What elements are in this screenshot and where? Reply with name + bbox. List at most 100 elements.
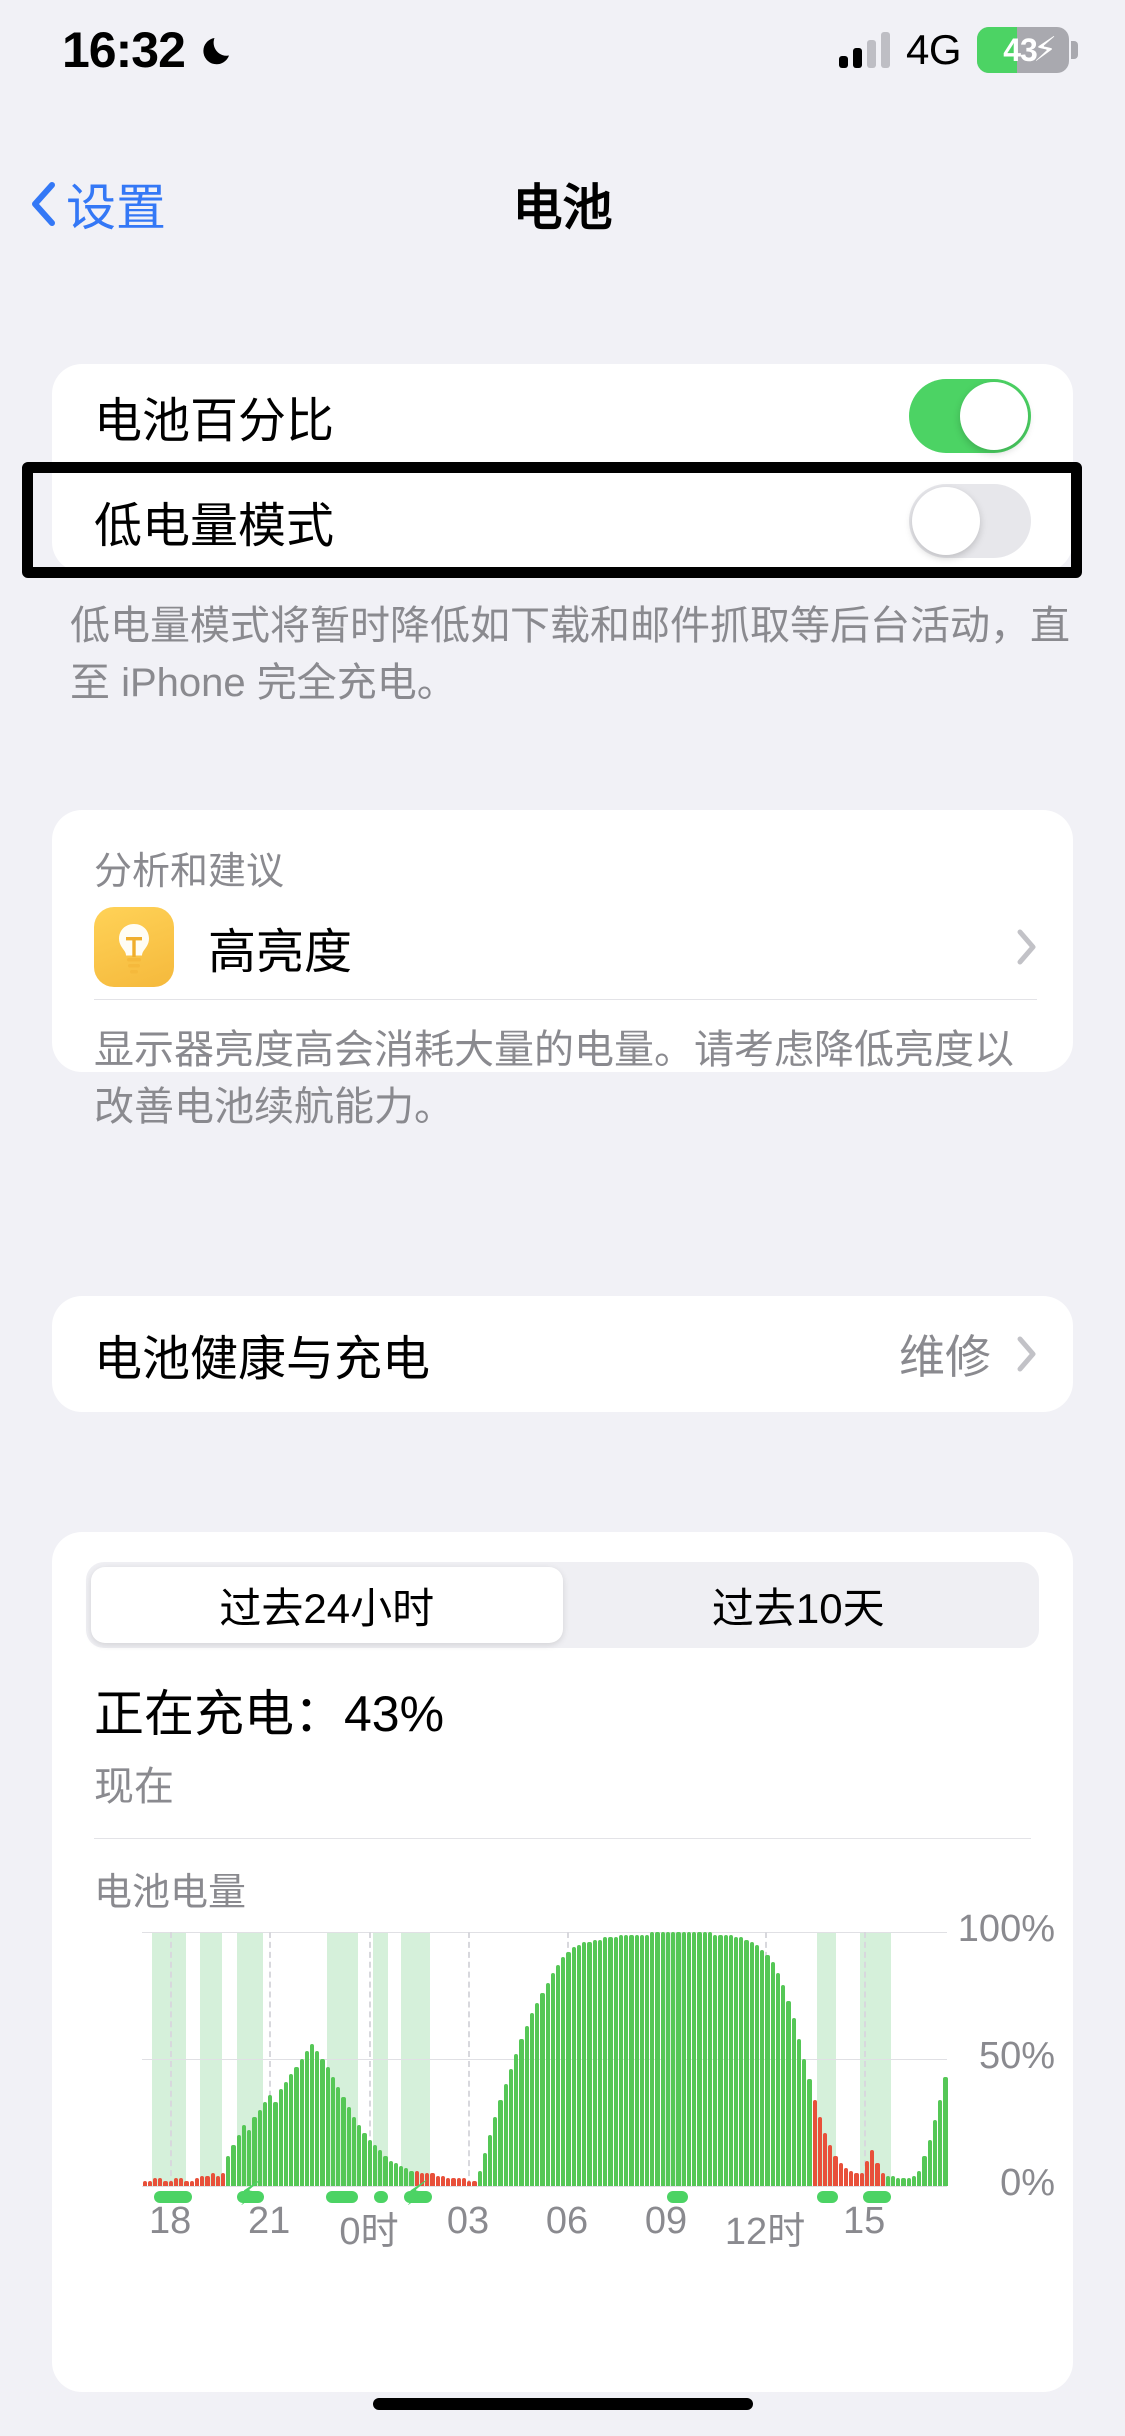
chart-bar bbox=[503, 2084, 508, 2186]
chart-bar bbox=[221, 2173, 226, 2186]
low-power-mode-toggle[interactable] bbox=[909, 484, 1031, 558]
chart-bar bbox=[320, 2059, 325, 2186]
chart-bar bbox=[917, 2170, 922, 2186]
segment-last-24-hours[interactable]: 过去24小时 bbox=[91, 1567, 563, 1643]
analytics-header: 分析和建议 bbox=[94, 851, 285, 893]
chart-bar bbox=[571, 1947, 576, 2186]
chart-y-axis-labels: 100% 50% 0% bbox=[885, 1908, 1055, 2204]
chart-bar bbox=[435, 2175, 440, 2186]
battery-percentage-toggle[interactable] bbox=[909, 379, 1031, 453]
chart-bar bbox=[467, 2180, 472, 2186]
chart-y-tick-label: 100% bbox=[957, 1908, 1055, 1950]
chart-bar bbox=[304, 2051, 309, 2186]
navigation-bar: 设置 电池 bbox=[0, 158, 1125, 250]
chart-bar bbox=[603, 1937, 608, 2186]
chart-y-tick-label: 50% bbox=[978, 2035, 1055, 2077]
battery-usage-card: 过去24小时 过去10天 正在充电：43% 现在 电池电量 100% 50% 0% … bbox=[52, 1532, 1073, 2392]
chart-bar bbox=[336, 2086, 341, 2186]
chart-bar bbox=[864, 2160, 870, 2186]
chart-bar bbox=[346, 2107, 351, 2186]
time-range-segmented-control[interactable]: 过去24小时 过去10天 bbox=[86, 1562, 1039, 1648]
chart-bar bbox=[163, 2180, 168, 2186]
chart-bar bbox=[556, 1965, 561, 2186]
chart-bar bbox=[692, 1932, 697, 2186]
battery-cap bbox=[1071, 41, 1078, 59]
chart-bar bbox=[582, 1942, 587, 2186]
chart-bar bbox=[660, 1932, 665, 2186]
chart-bar bbox=[289, 2074, 294, 2186]
chart-bar bbox=[493, 2117, 498, 2186]
chart-bar bbox=[828, 2145, 833, 2186]
chart-bar bbox=[268, 2094, 273, 2186]
chart-bar bbox=[854, 2173, 859, 2186]
chart-bar bbox=[822, 2132, 828, 2186]
chart-bar bbox=[173, 2178, 179, 2186]
row-low-power-mode[interactable]: 低电量模式 bbox=[52, 469, 1073, 573]
row-battery-percentage[interactable]: 电池百分比 bbox=[52, 364, 1073, 468]
chart-bar bbox=[283, 2081, 289, 2186]
chart-bar bbox=[482, 2152, 487, 2186]
chart-bar bbox=[838, 2163, 843, 2186]
chart-x-tick-label: 09 bbox=[644, 2200, 688, 2242]
home-indicator[interactable] bbox=[372, 2398, 753, 2410]
chart-bar bbox=[210, 2173, 215, 2186]
chart-bar bbox=[843, 2168, 849, 2186]
status-bar: 16:32 4G 43 ⚡ bbox=[0, 0, 1125, 100]
chart-x-tick-label: 03 bbox=[446, 2200, 490, 2242]
chart-bar bbox=[372, 2145, 378, 2186]
chart-bar bbox=[650, 1932, 655, 2186]
network-type-label: 4G bbox=[905, 26, 962, 73]
chart-bar bbox=[514, 2053, 519, 2186]
chart-bar bbox=[665, 1932, 671, 2186]
chart-bar bbox=[477, 2170, 482, 2186]
battery-icon: 43 ⚡ bbox=[977, 27, 1078, 73]
chart-x-tick-label: 12时 bbox=[724, 2211, 806, 2253]
chart-bar bbox=[618, 1934, 624, 2186]
chart-bar bbox=[713, 1934, 718, 2186]
chart-bar bbox=[629, 1934, 634, 2186]
moon-icon bbox=[199, 30, 239, 70]
chevron-right-icon bbox=[1017, 929, 1037, 965]
chart-bar bbox=[613, 1937, 618, 2186]
chart-bar bbox=[645, 1934, 650, 2186]
chart-bar bbox=[545, 1982, 550, 2186]
chart-bar bbox=[194, 2178, 200, 2186]
battery-health-card[interactable]: 电池健康与充电 维修 bbox=[52, 1296, 1073, 1412]
chart-bar bbox=[587, 1942, 592, 2186]
chart-bar bbox=[681, 1932, 686, 2186]
chart-bar bbox=[802, 2059, 807, 2186]
chart-bar bbox=[781, 1985, 786, 2186]
chart-bar bbox=[728, 1934, 733, 2186]
chart-bar bbox=[812, 2099, 817, 2186]
chart-x-axis-labels: 18 21 0时 03 06 09 12时 15 bbox=[142, 2200, 947, 2260]
analytics-item-high-brightness[interactable]: 高亮度 bbox=[52, 895, 1073, 999]
chart-bar bbox=[446, 2178, 451, 2186]
chart-bar bbox=[529, 2013, 535, 2186]
chart-bar bbox=[608, 1937, 613, 2186]
row-battery-health[interactable]: 电池健康与充电 维修 bbox=[52, 1296, 1073, 1412]
chart-bar bbox=[849, 2170, 854, 2186]
chart-bar bbox=[179, 2178, 184, 2186]
chart-bar bbox=[707, 1932, 713, 2186]
chart-bar bbox=[310, 2043, 315, 2186]
chart-bar bbox=[273, 2102, 278, 2186]
chart-bar bbox=[498, 2099, 503, 2186]
chart-bar bbox=[540, 1992, 545, 2186]
chart-bar bbox=[744, 1939, 749, 2186]
chart-bar bbox=[634, 1934, 639, 2186]
chart-x-tick-label: 15 bbox=[842, 2200, 886, 2242]
chevron-right-icon bbox=[1017, 1336, 1037, 1372]
chart-bar bbox=[891, 2175, 896, 2186]
chart-bar bbox=[655, 1932, 660, 2186]
chart-bar bbox=[576, 1944, 582, 2186]
chart-bar bbox=[686, 1932, 692, 2186]
chart-x-tick-label: 06 bbox=[545, 2200, 589, 2242]
chart-bar bbox=[760, 1949, 765, 2186]
segment-last-10-days[interactable]: 过去10天 bbox=[563, 1567, 1035, 1643]
chart-bar bbox=[200, 2175, 205, 2186]
chart-bar bbox=[168, 2180, 173, 2186]
chart-bar bbox=[723, 1934, 728, 2186]
chart-bar bbox=[315, 2051, 320, 2186]
chart-y-tick-label: 0% bbox=[1000, 2162, 1055, 2204]
chart-bar bbox=[770, 1962, 775, 2186]
